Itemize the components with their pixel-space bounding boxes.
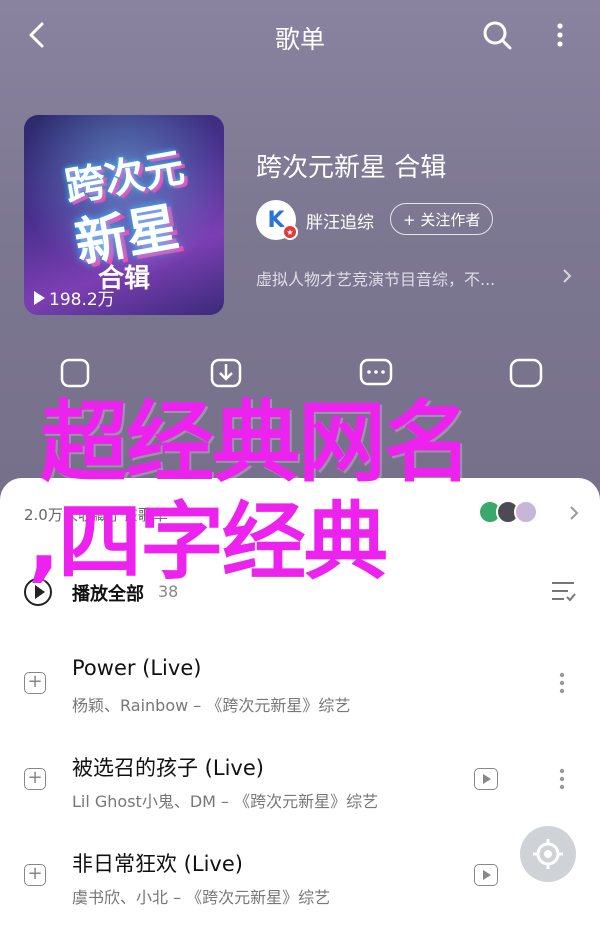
follow-button[interactable]: + 关注作者	[390, 203, 494, 235]
play-triangle-icon	[34, 290, 45, 305]
vertical-dots-icon[interactable]	[552, 668, 572, 698]
song-title: Power (Live)	[72, 656, 202, 680]
multi-select-icon[interactable]	[550, 580, 576, 602]
vertical-dots-icon[interactable]	[552, 764, 572, 794]
list-item[interactable]: + 被选召的孩子 (Live) Lil Ghost小鬼、DM – 《跨次元新星》…	[0, 734, 600, 824]
mv-play-icon[interactable]	[474, 864, 498, 886]
list-item[interactable]: + 非日常狂欢 (Live) 虞书欣、小北 – 《跨次元新星》综艺	[0, 830, 600, 920]
song-title: 非日常狂欢 (Live)	[72, 852, 243, 876]
song-subtitle: 虞书欣、小北 – 《跨次元新星》综艺	[72, 888, 331, 907]
follow-label: + 关注作者	[403, 210, 481, 229]
fan-avatars	[478, 500, 538, 524]
list-item[interactable]: + Power (Live) 杨颖、Rainbow – 《跨次元新星》综艺	[0, 638, 600, 728]
target-icon	[533, 839, 563, 869]
play-count: 198.2万	[34, 285, 115, 310]
mv-play-icon[interactable]	[474, 768, 498, 790]
album-description[interactable]: 虚拟人物才艺竞演节目音综，不...	[256, 266, 495, 290]
song-title: 被选召的孩子 (Live)	[72, 756, 264, 780]
overlay-title-line2: ,四字经典	[28, 493, 388, 591]
song-subtitle: 杨颖、Rainbow – 《跨次元新星》综艺	[72, 696, 351, 715]
verified-badge-icon: ★	[282, 224, 298, 240]
album-title: 跨次元新星 合辑	[256, 153, 447, 183]
top-bar: 歌单	[0, 0, 600, 72]
vertical-dots-icon[interactable]	[548, 18, 572, 52]
album-cover[interactable]: 跨次元 新星 合辑 198.2万	[24, 115, 224, 315]
add-icon[interactable]: +	[24, 768, 46, 790]
favorite-icon	[509, 358, 543, 388]
play-count-value: 198.2万	[49, 290, 115, 310]
add-icon[interactable]: +	[24, 672, 46, 694]
avatar	[514, 500, 538, 524]
search-icon[interactable]	[480, 18, 514, 52]
action-favorite[interactable]	[476, 352, 576, 396]
locate-button[interactable]	[520, 826, 576, 882]
chevron-right-icon[interactable]	[560, 266, 574, 286]
artist-name[interactable]: 胖汪追综	[306, 208, 374, 233]
add-icon[interactable]: +	[24, 864, 46, 886]
chevron-right-icon	[570, 506, 579, 520]
song-subtitle: Lil Ghost小鬼、DM – 《跨次元新星》综艺	[72, 792, 379, 811]
